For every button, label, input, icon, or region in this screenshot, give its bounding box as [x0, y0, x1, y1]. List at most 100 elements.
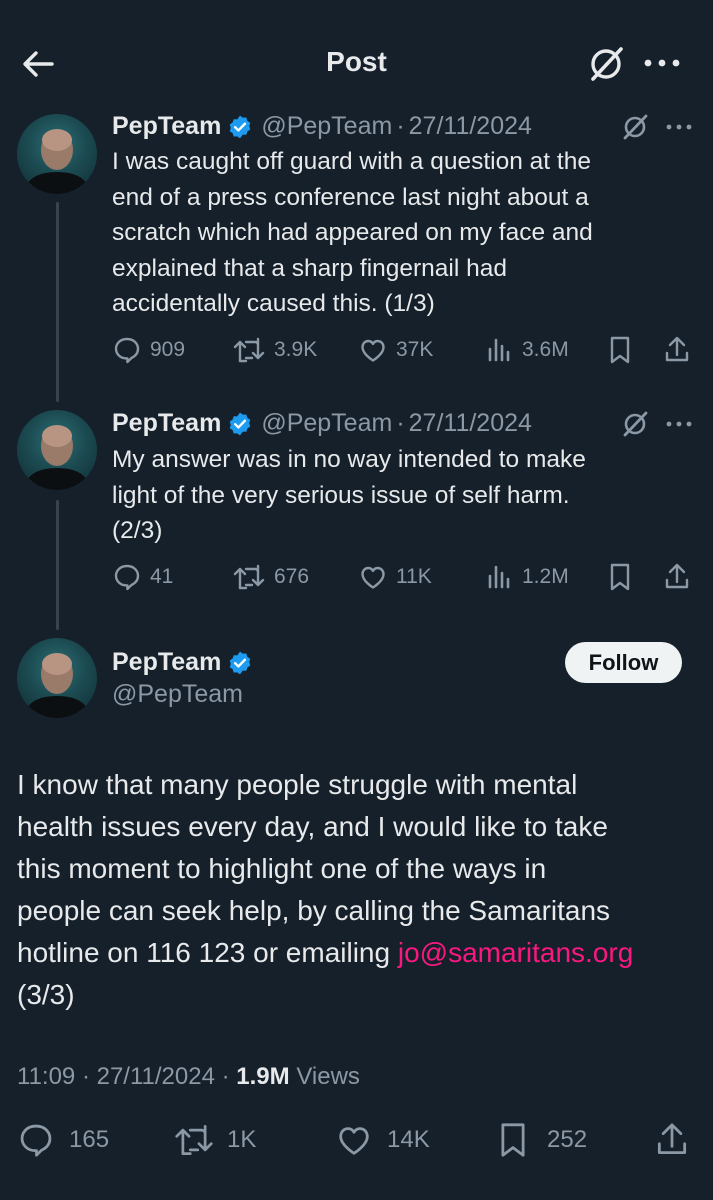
tweet-text-line: My answer was in no way intended to make	[112, 446, 586, 473]
bookmark-icon	[501, 1123, 525, 1157]
like-count: 37K	[396, 338, 434, 361]
separator-dot: ·	[396, 112, 405, 140]
tweet-text: I was caught off guard with a question a…	[112, 144, 702, 322]
display-name[interactable]: PepTeam	[112, 409, 221, 438]
tweet-actions: 909 3.9K 37K 3.6M	[112, 330, 702, 370]
views-count: 1.2M	[522, 565, 569, 588]
avatar[interactable]	[17, 114, 97, 194]
like-button[interactable]: 11K	[358, 557, 432, 597]
tweet-text-line: explained that a sharp fingernail had	[112, 254, 508, 282]
bookmark-button[interactable]	[606, 330, 642, 370]
tweet-date[interactable]: 27/11/2024	[409, 112, 532, 141]
views-label: Views	[296, 1063, 360, 1090]
reply-icon	[20, 1124, 52, 1157]
tweet-date[interactable]: 27/11/2024	[409, 409, 532, 438]
bookmark-button[interactable]	[606, 557, 642, 597]
reply-button[interactable]: 165	[17, 1120, 109, 1160]
more-options-button[interactable]	[664, 118, 694, 136]
more-horizontal-icon	[666, 124, 692, 130]
repost-icon	[233, 337, 265, 363]
bookmark-button[interactable]: 252	[495, 1120, 587, 1160]
share-button[interactable]	[662, 330, 700, 370]
share-button[interactable]	[653, 1120, 699, 1160]
like-count: 14K	[387, 1126, 430, 1153]
bookmark-count: 252	[547, 1126, 588, 1153]
tweet-text-line: health issues every day, and I would lik…	[17, 811, 608, 842]
verified-badge-icon	[230, 651, 251, 674]
heart-icon	[361, 566, 385, 589]
repost-icon	[175, 1125, 213, 1155]
repost-icon	[233, 564, 265, 590]
more-options-button[interactable]	[664, 415, 694, 433]
tweet-text: I know that many people struggle with me…	[17, 764, 707, 1016]
reply-count: 41	[150, 565, 174, 588]
follow-button[interactable]: Follow	[565, 642, 682, 683]
avatar[interactable]	[17, 410, 97, 490]
tweet-actions: 165 1K 14K 252	[17, 1120, 697, 1160]
share-icon	[665, 336, 689, 362]
grok-button[interactable]	[620, 112, 650, 142]
share-button[interactable]	[662, 557, 700, 597]
grok-button[interactable]	[585, 43, 627, 85]
handle[interactable]: @PepTeam	[112, 680, 243, 709]
repost-count: 3.9K	[274, 338, 318, 361]
repost-button[interactable]: 676	[232, 557, 309, 597]
repost-button[interactable]: 1K	[173, 1120, 256, 1160]
more-horizontal-icon	[666, 421, 692, 427]
reply-button[interactable]: 41	[112, 557, 173, 597]
heart-icon	[339, 1127, 369, 1155]
tweet-header: PepTeam @PepTeam · 27/11/2024	[112, 409, 532, 438]
views-count: 3.6M	[522, 338, 569, 361]
tweet-date[interactable]: 27/11/2024	[97, 1063, 215, 1090]
display-name[interactable]: PepTeam	[112, 648, 221, 677]
tweet-header: PepTeam	[112, 648, 253, 677]
top-bar: Post	[0, 0, 713, 110]
handle[interactable]: @PepTeam	[261, 112, 392, 141]
reply-icon	[114, 564, 140, 591]
tweet-text-line: light of the very serious issue of self …	[112, 481, 570, 509]
tweet-text-segment: hotline on 116 123 or emailing	[17, 937, 398, 968]
tweet-header: PepTeam @PepTeam · 27/11/2024	[112, 112, 532, 141]
tweet-text-line: accidentally caused this. (1/3)	[112, 290, 435, 317]
email-link[interactable]: jo@samaritans.org	[398, 937, 633, 968]
verified-badge-icon	[230, 115, 251, 138]
like-count: 11K	[396, 565, 432, 588]
tweet-meta: 11:09 · 27/11/2024 · 1.9M Views	[17, 1063, 360, 1091]
separator-dot: ·	[75, 1063, 97, 1090]
display-name[interactable]: PepTeam	[112, 112, 221, 141]
tweet-text-line: (2/3)	[112, 517, 163, 544]
avatar[interactable]	[17, 638, 97, 718]
tweet-time[interactable]: 11:09	[17, 1063, 75, 1090]
views-button[interactable]: 3.6M	[484, 330, 569, 370]
grok-icon	[623, 114, 648, 140]
repost-button[interactable]: 3.9K	[232, 330, 317, 370]
grok-icon	[591, 47, 623, 81]
like-button[interactable]: 14K	[335, 1120, 430, 1160]
heart-icon	[361, 339, 385, 362]
separator-dot: ·	[396, 409, 405, 437]
tweet-text-line: I know that many people struggle with me…	[17, 769, 578, 800]
tweet-text-line: (3/3)	[17, 979, 75, 1010]
analytics-icon	[488, 338, 510, 362]
more-options-button[interactable]	[640, 48, 684, 78]
share-icon	[665, 563, 689, 589]
separator-dot: ·	[214, 1063, 237, 1090]
grok-button[interactable]	[620, 409, 650, 439]
reply-button[interactable]: 909	[112, 330, 185, 370]
tweet-text-line: scratch which had appeared on my face an…	[112, 219, 593, 246]
repost-count: 1K	[227, 1126, 257, 1153]
reply-count: 165	[69, 1126, 110, 1153]
avatar-image	[23, 129, 91, 194]
verified-badge-icon	[230, 412, 251, 435]
tweet-actions: 41 676 11K 1.2M	[112, 557, 702, 597]
share-icon	[657, 1123, 687, 1155]
reply-count: 909	[150, 338, 186, 361]
handle[interactable]: @PepTeam	[261, 409, 392, 438]
avatar-image	[23, 425, 91, 490]
tweet-text-line: this moment to highlight one of the ways…	[17, 853, 547, 884]
thread-line	[56, 500, 59, 630]
views-button[interactable]: 1.2M	[484, 557, 569, 597]
thread-line	[56, 202, 59, 402]
like-button[interactable]: 37K	[358, 330, 433, 370]
grok-icon	[623, 411, 648, 437]
